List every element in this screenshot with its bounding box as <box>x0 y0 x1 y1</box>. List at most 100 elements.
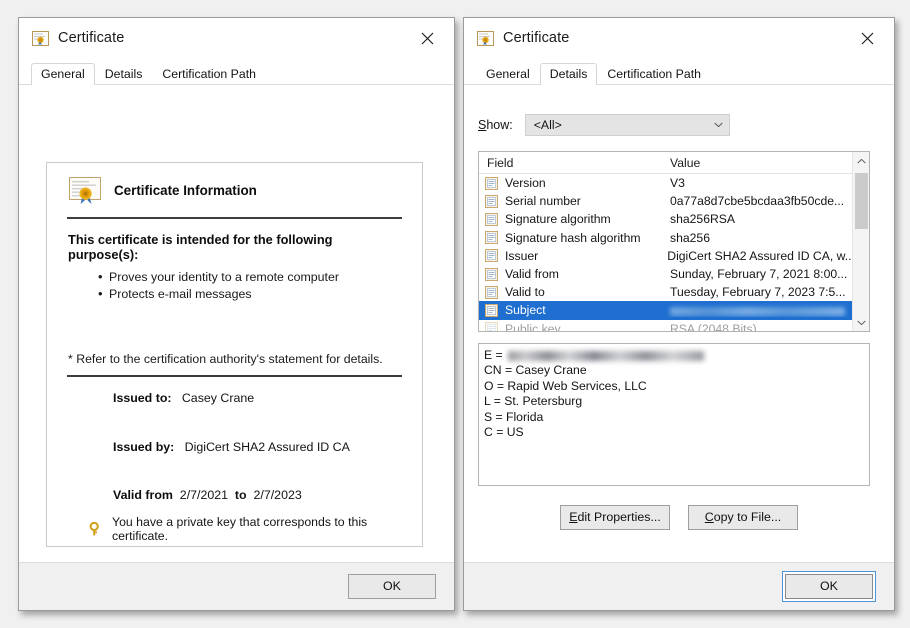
ok-button[interactable]: OK <box>348 574 436 599</box>
detail-line: E = <box>484 348 869 363</box>
scrollbar-track[interactable] <box>853 169 870 314</box>
field-name: Issuer <box>505 248 539 263</box>
table-row[interactable]: Version V3 <box>479 174 852 192</box>
tab-details[interactable]: Details <box>95 63 153 85</box>
certificate-fields-listbox[interactable]: Field Value Version V3 Serial number 0a77a8… <box>478 151 870 332</box>
certificate-info-panel: Certificate Information This certificate… <box>46 162 423 547</box>
field-name: Valid from <box>505 267 559 282</box>
table-row[interactable]: Public key RSA (2048 Bits) <box>479 320 852 331</box>
show-accesskey: S <box>478 118 487 132</box>
footer-left: OK <box>19 562 454 610</box>
list-scrollbar[interactable] <box>852 152 869 331</box>
details-action-buttons: Edit Properties... Copy to File... <box>464 505 894 530</box>
close-icon[interactable] <box>408 24 446 54</box>
copy-to-file-accesskey: C <box>704 510 714 524</box>
tab-general[interactable]: General <box>31 62 95 85</box>
issued-to-label: Issued to: <box>113 391 172 405</box>
copy-to-file-button[interactable]: Copy to File... <box>688 505 798 530</box>
show-filter-row: Show: <All> <box>478 114 730 136</box>
window-title: Certificate <box>58 30 125 47</box>
divider-top <box>67 217 402 219</box>
field-cell: Valid from <box>479 267 663 281</box>
field-document-icon <box>485 231 498 245</box>
divider-bottom <box>67 375 402 377</box>
field-name: Version <box>505 176 546 191</box>
valid-from-label: Valid from <box>113 488 173 502</box>
table-row[interactable]: Valid from Sunday, February 7, 2021 8:00.… <box>479 265 852 283</box>
certificate-icon <box>32 31 49 46</box>
tab-general[interactable]: General <box>476 63 540 85</box>
table-row[interactable]: Signature algorithm sha256RSA <box>479 210 852 228</box>
list-header: Field Value <box>479 152 852 174</box>
certificate-window-general: Certificate General Details Certificatio… <box>18 17 455 611</box>
field-document-icon <box>485 176 498 190</box>
field-name: Signature hash algorithm <box>505 230 641 245</box>
title-bar-right: Certificate <box>464 18 894 59</box>
column-header-field[interactable]: Field <box>479 156 663 170</box>
field-name: Serial number <box>505 194 581 209</box>
certificate-icon <box>477 31 494 46</box>
detail-line: CN = Casey Crane <box>484 363 587 378</box>
show-dropdown[interactable]: <All> <box>524 114 730 136</box>
valid-to-value: 2/7/2023 <box>253 488 302 502</box>
field-cell: Subject <box>479 303 663 317</box>
valid-from-value: 2/7/2021 <box>179 488 229 502</box>
redacted-value <box>670 306 845 316</box>
key-icon <box>89 521 103 536</box>
field-cell: Issuer <box>479 249 660 263</box>
field-cell: Version <box>479 176 663 190</box>
field-cell: Signature hash algorithm <box>479 231 663 245</box>
edit-properties-button[interactable]: Edit Properties... <box>560 505 670 530</box>
field-document-icon <box>485 194 498 208</box>
table-row[interactable]: Signature hash algorithm sha256 <box>479 229 852 247</box>
value-cell: 0a77a8d7cbe5bcdaa3fb50cde... <box>670 194 845 209</box>
field-cell: Signature algorithm <box>479 212 663 226</box>
screenshot-stage: Certificate General Details Certificatio… <box>0 0 910 628</box>
issued-to-row: Issued to: Casey Crane <box>113 391 254 405</box>
field-detail-textbox[interactable]: E = CN = Casey Crane O = Rapid Web Servic… <box>478 343 870 486</box>
value-cell: Sunday, February 7, 2021 8:00... <box>670 267 848 282</box>
issued-by-row: Issued by: DigiCert SHA2 Assured ID CA <box>113 440 350 454</box>
tab-certification-path[interactable]: Certification Path <box>152 63 266 85</box>
tab-details[interactable]: Details <box>539 62 598 85</box>
window-title: Certificate <box>503 30 570 47</box>
value-cell: RSA (2048 Bits) <box>670 321 757 331</box>
list-item: Protects e-mail messages <box>98 285 404 303</box>
field-document-icon <box>485 285 498 299</box>
tab-certification-path[interactable]: Certification Path <box>597 63 711 85</box>
detail-line: C = US <box>484 425 524 440</box>
certificate-seal-icon <box>69 176 101 204</box>
list-item: Proves your identity to a remote compute… <box>98 268 404 286</box>
refer-note: * Refer to the certification authority's… <box>68 352 383 366</box>
value-cell: sha256RSA <box>670 212 736 227</box>
detail-line: O = Rapid Web Services, LLC <box>484 378 647 393</box>
show-label: Show: <box>478 118 513 132</box>
tabstrip-right: General Details Certification Path <box>464 59 894 85</box>
value-cell: V3 <box>670 176 685 191</box>
issued-by-label: Issued by: <box>113 440 175 454</box>
close-icon[interactable] <box>848 24 886 54</box>
redacted-email <box>508 350 705 361</box>
table-row[interactable]: Valid to Tuesday, February 7, 2023 7:5... <box>479 283 852 301</box>
ok-focus-ring: OK <box>782 571 876 602</box>
field-cell: Serial number <box>479 194 663 208</box>
show-dropdown-value: <All> <box>533 118 562 132</box>
scrollbar-thumb[interactable] <box>854 173 868 229</box>
field-document-icon <box>485 249 498 263</box>
field-document-icon <box>485 267 498 281</box>
table-row[interactable]: Serial number 0a77a8d7cbe5bcdaa3fb50cde..… <box>479 192 852 210</box>
field-document-icon <box>485 322 498 331</box>
detail-line: L = St. Petersburg <box>484 394 583 409</box>
table-row[interactable]: Subject <box>479 301 852 320</box>
chevron-down-icon[interactable] <box>853 314 870 331</box>
ok-button[interactable]: OK <box>785 574 873 599</box>
table-row[interactable]: Issuer DigiCert SHA2 Assured ID CA, w... <box>479 247 852 265</box>
chevron-up-icon[interactable] <box>853 152 870 169</box>
field-cell: Valid to <box>479 285 663 299</box>
footer-right: OK <box>464 562 894 610</box>
field-row-list: Version V3 Serial number 0a77a8d7cbe5bcdaa3… <box>479 174 852 331</box>
column-header-value[interactable]: Value <box>663 156 852 170</box>
field-document-icon <box>485 212 498 226</box>
value-cell: DigiCert SHA2 Assured ID CA, w... <box>667 248 852 263</box>
fields-columns: Field Value Version V3 Serial number 0a77a8… <box>479 152 852 331</box>
